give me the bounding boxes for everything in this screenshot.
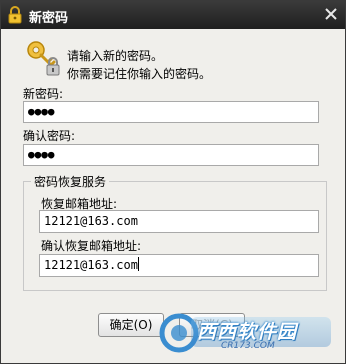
close-icon[interactable]: [323, 6, 339, 22]
info-text-line1: 请输入新的密码。: [67, 49, 164, 63]
text-caret: [137, 257, 139, 271]
title-bar[interactable]: 新密码: [1, 1, 345, 29]
lock-icon: [8, 6, 22, 24]
recovery-email-field[interactable]: 12121@163.com: [39, 210, 319, 233]
key-lock-icon: [27, 41, 60, 76]
confirm-recovery-email-field[interactable]: 12121@163.com: [39, 254, 319, 277]
new-password-dialog: 新密码 请输入新的密码。 你需要记住你输入的密码。 新密码: ●●●● 确认密码…: [0, 0, 346, 364]
recovery-group-title: 密码恢复服务: [31, 173, 110, 190]
window-title: 新密码: [29, 11, 69, 26]
new-password-field[interactable]: ●●●●: [23, 101, 319, 123]
ok-button[interactable]: 确定(O): [98, 313, 164, 337]
confirm-recovery-email-label: 确认恢复邮箱地址:: [41, 239, 142, 253]
confirm-password-field[interactable]: ●●●●: [23, 144, 319, 166]
confirm-password-label: 确认密码:: [23, 129, 76, 143]
new-password-label: 新密码:: [23, 87, 64, 101]
watermark-subtext: CR173.COM: [221, 341, 275, 351]
watermark-text: 西西软件园: [197, 321, 298, 343]
info-text-line2: 你需要记住你输入的密码。: [67, 67, 212, 81]
confirm-recovery-email-value: 12121@163.com: [44, 258, 138, 272]
